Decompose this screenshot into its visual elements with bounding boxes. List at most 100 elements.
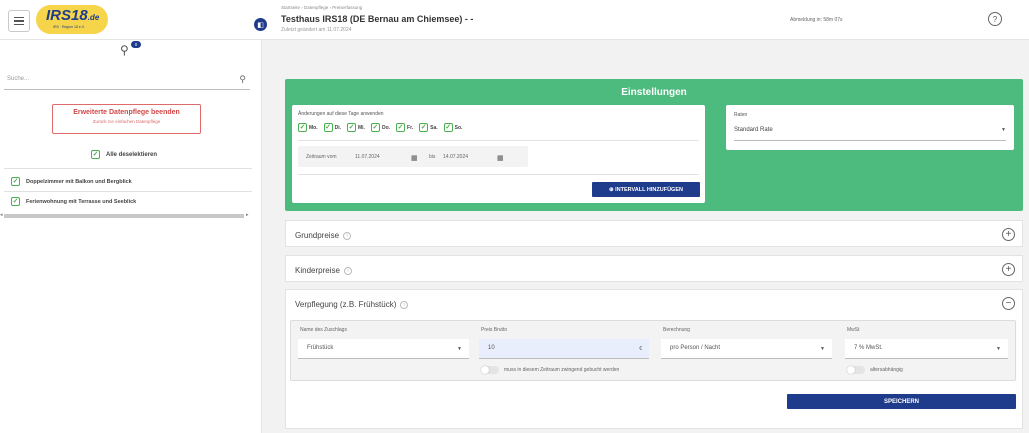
- accordion-title: Kinderpreise: [295, 266, 340, 275]
- settings-panel: Einstellungen Änderungen auf diese Tage …: [285, 79, 1023, 211]
- result-count-badge: 0: [131, 41, 141, 48]
- checkbox-checked-icon[interactable]: ✓: [443, 123, 453, 132]
- age-dependent-toggle[interactable]: altersabhängig: [847, 366, 903, 374]
- checkbox-checked-icon[interactable]: ✓: [347, 123, 356, 132]
- logo-tagline: IRS · Region 18 e.V.: [53, 25, 85, 29]
- end-extended-maintenance-sub: Zurück zur einfachen Datenpflege: [92, 119, 161, 124]
- save-button[interactable]: SPEICHERN: [787, 394, 1016, 409]
- top-bar: IRS18.de IRS · Region 18 e.V. Startseite…: [0, 0, 1029, 40]
- end-extended-maintenance-title: Erweiterte Datenpflege beenden: [73, 109, 180, 116]
- room-label: Ferienwohnung mit Terrasse und Seeblick: [26, 198, 137, 205]
- date-from-input[interactable]: 11.07.2024: [355, 154, 380, 160]
- period-row: Zeitraum vom 11.07.2024 ▦ bis 14.07.2024…: [298, 146, 528, 167]
- info-icon[interactable]: i: [400, 300, 409, 309]
- horizontal-scrollbar[interactable]: [4, 214, 244, 218]
- price-label: Preis Brutto: [481, 327, 508, 333]
- chevron-down-icon[interactable]: ▼: [820, 346, 825, 352]
- sidebar: ⚲ 0 Suche... ⚲ Erweiterte Datenpflege be…: [0, 40, 262, 433]
- search-placeholder: Suche...: [7, 76, 30, 82]
- date-to-input[interactable]: 14.07.2024: [443, 154, 468, 160]
- accordion-kinderpreise[interactable]: Kinderpreise i +: [285, 255, 1023, 282]
- period-to-label: bis: [429, 154, 436, 160]
- vat-select[interactable]: 7 % MwSt. ▼: [845, 339, 1008, 359]
- info-icon[interactable]: i: [343, 231, 352, 240]
- rates-label: Raten: [734, 112, 748, 118]
- checkbox-checked-icon[interactable]: ✓: [91, 150, 100, 159]
- deselect-all-label: Alle deselektieren: [106, 151, 158, 158]
- day-sunday[interactable]: ✓ So.: [443, 123, 462, 132]
- day-friday[interactable]: ✓ Fr.: [396, 123, 413, 132]
- accordion-title: Verpflegung (z.B. Frühstück): [295, 300, 397, 309]
- page-title: Testhaus IRS18 (DE Bernau am Chiemsee) -…: [281, 14, 474, 24]
- end-extended-maintenance-button[interactable]: Erweiterte Datenpflege beenden Zurück zu…: [52, 104, 201, 134]
- accordion-grundpreise[interactable]: Grundpreise i +: [285, 220, 1023, 247]
- calendar-icon[interactable]: ▦: [497, 154, 504, 162]
- scroll-left-icon[interactable]: ◂: [0, 212, 3, 218]
- search-icon[interactable]: ⚲: [239, 74, 246, 85]
- mandatory-label: muss in diesem Zeitraum zwingend gebucht…: [504, 367, 620, 373]
- checkbox-checked-icon[interactable]: ✓: [11, 177, 20, 186]
- surcharge-form: Name des Zuschlags Frühstück ▼ Preis Bru…: [290, 320, 1016, 381]
- surcharge-name-select[interactable]: Frühstück ▼: [298, 339, 469, 359]
- list-item-room[interactable]: ✓ Doppelzimmer mit Balkon und Bergblick: [11, 177, 132, 186]
- expand-plus-icon[interactable]: +: [1002, 263, 1015, 276]
- list-item-room[interactable]: ✓ Ferienwohnung mit Terrasse und Seeblic…: [11, 197, 136, 206]
- divider: [298, 174, 699, 175]
- collapse-minus-icon[interactable]: −: [1002, 297, 1015, 310]
- toggle-switch[interactable]: [847, 366, 865, 374]
- vat-value: 7 % MwSt.: [854, 345, 883, 351]
- search-input[interactable]: Suche... ⚲: [4, 70, 250, 90]
- scroll-right-icon[interactable]: ▸: [246, 212, 249, 218]
- breadcrumb[interactable]: Startseite › Datenpflege › Preiserfassun…: [281, 5, 362, 10]
- rate-select[interactable]: Standard Rate: [734, 127, 773, 133]
- info-icon[interactable]: i: [343, 266, 352, 275]
- currency-label: €: [639, 346, 642, 352]
- day-monday[interactable]: ✓ Mo.: [298, 123, 318, 132]
- weekday-checkboxes: ✓ Mo. ✓ Di. ✓ Mi. ✓ Do. ✓ Fr. ✓ Sa. ✓ So.: [298, 123, 462, 132]
- calculation-value: pro Person / Nacht: [670, 345, 721, 351]
- price-value: 10: [488, 345, 495, 351]
- collapse-sidebar-icon[interactable]: ◧: [254, 18, 267, 31]
- apply-days-label: Änderungen auf diese Tage anwenden: [298, 111, 384, 117]
- price-input[interactable]: 10 €: [479, 339, 649, 359]
- day-wednesday[interactable]: ✓ Mi.: [347, 123, 365, 132]
- day-saturday[interactable]: ✓ Sa.: [419, 123, 438, 132]
- checkbox-checked-icon[interactable]: ✓: [11, 197, 20, 206]
- toggle-switch[interactable]: [481, 366, 499, 374]
- last-modified: Zuletzt geändert am 11.07.2024: [281, 27, 352, 33]
- chevron-down-icon[interactable]: ▼: [1001, 127, 1006, 133]
- checkbox-checked-icon[interactable]: ✓: [370, 123, 380, 132]
- age-dependent-label: altersabhängig: [870, 367, 903, 373]
- divider: [4, 168, 252, 169]
- search-magnify-icon[interactable]: ⚲: [120, 43, 129, 57]
- chevron-down-icon[interactable]: ▼: [457, 346, 462, 352]
- hamburger-menu-button[interactable]: [8, 10, 30, 32]
- logo-text: IRS18.de: [46, 7, 100, 24]
- checkbox-checked-icon[interactable]: ✓: [419, 123, 429, 132]
- help-icon[interactable]: ?: [988, 12, 1002, 26]
- chevron-down-icon[interactable]: ▼: [996, 346, 1001, 352]
- checkbox-checked-icon[interactable]: ✓: [396, 123, 406, 132]
- surcharge-name-value: Frühstück: [307, 345, 334, 351]
- settings-title: Einstellungen: [621, 87, 687, 98]
- calendar-icon[interactable]: ▦: [411, 154, 418, 162]
- accordion-title: Grundpreise: [295, 231, 340, 240]
- logout-timer: Abmeldung in: 58m 07s: [790, 17, 843, 23]
- expand-plus-icon[interactable]: +: [1002, 228, 1015, 241]
- rates-card: Raten Standard Rate ▼: [726, 105, 1014, 150]
- irs18-logo[interactable]: IRS18.de IRS · Region 18 e.V.: [36, 5, 108, 34]
- name-label: Name des Zuschlags: [300, 327, 347, 333]
- day-tuesday[interactable]: ✓ Di.: [323, 123, 341, 132]
- divider: [4, 191, 252, 192]
- calculation-select[interactable]: pro Person / Nacht ▼: [661, 339, 832, 359]
- deselect-all-toggle[interactable]: ✓ Alle deselektieren: [91, 150, 157, 159]
- period-from-label: Zeitraum vom: [306, 154, 337, 160]
- checkbox-checked-icon[interactable]: ✓: [323, 123, 333, 132]
- add-interval-button[interactable]: ⊕ INTERVALL HINZUFÜGEN: [592, 182, 700, 197]
- day-thursday[interactable]: ✓ Do.: [370, 123, 390, 132]
- calculation-label: Berechnung: [663, 327, 690, 333]
- checkbox-checked-icon[interactable]: ✓: [298, 123, 307, 132]
- select-underline: [734, 140, 1006, 141]
- mandatory-toggle[interactable]: muss in diesem Zeitraum zwingend gebucht…: [481, 366, 619, 374]
- room-label: Doppelzimmer mit Balkon und Bergblick: [26, 178, 132, 185]
